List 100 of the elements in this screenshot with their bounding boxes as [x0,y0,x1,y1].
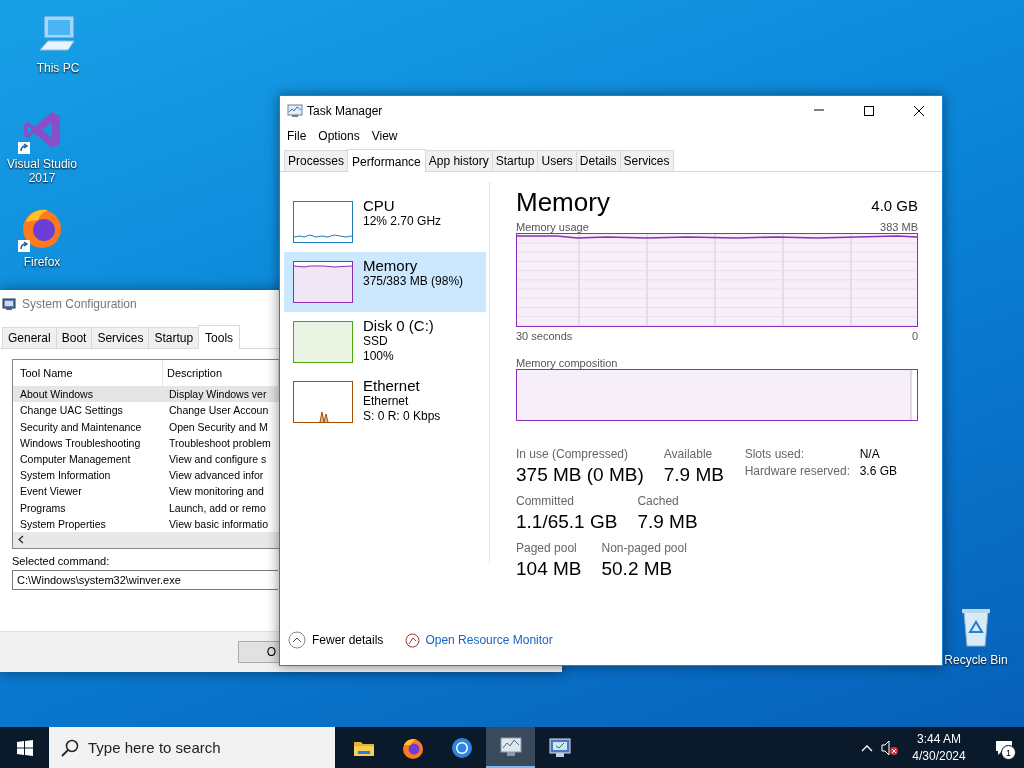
shortcut-arrow-icon [18,142,30,154]
menu-item[interactable]: File [282,127,312,145]
table-cell-text: About Windows [19,388,94,401]
window-title: System Configuration [22,297,137,311]
stat-value: 375 MB (0 MB) [516,464,644,486]
section-title: Memory [516,187,610,218]
resource-item[interactable]: Disk 0 (C:) SSD 100% [284,312,486,372]
shortcut-arrow-icon [18,240,30,252]
stat-label: Cached [637,494,680,508]
table-cell-text: View advanced infor [168,469,265,482]
tab[interactable]: Performance [347,149,426,172]
list-row[interactable]: Change UAC Settings Change User Accoun [13,402,279,419]
tab[interactable]: Startup [491,150,539,171]
menu-item[interactable]: View [366,127,403,145]
table-cell-text: Change UAC Settings [19,404,124,417]
graph-label: Memory composition [516,357,618,369]
task-manager-icon [287,104,303,118]
table-cell-text: System Information [19,469,112,482]
list-row[interactable]: Computer Management View and configure s [13,450,279,467]
resource-detail: 100% [363,349,395,364]
maximize-icon[interactable] [863,105,875,117]
tab[interactable]: Details [575,150,621,171]
table-cell-text: System Properties [19,517,107,530]
stat-value: 7.9 MB [637,511,698,533]
table-cell-text: View and configure s [168,452,268,465]
volume-icon[interactable] [880,739,898,756]
resource-detail: 375/383 MB (98%) [363,274,464,289]
collapse-icon [288,631,306,649]
list-row[interactable]: About Windows Display Windows ver [13,386,279,403]
resource-detail: S: 0 R: 0 Kbps [363,409,441,424]
axis-label: 30 seconds [516,330,573,342]
stat-value: 7.9 MB [663,464,724,486]
list-row[interactable]: Security and Maintenance Open Security and M [13,418,279,435]
resource-item[interactable]: Memory 375/383 MB (98%) [284,252,486,312]
tab[interactable]: General [2,327,57,348]
search-field[interactable]: Type here to search [49,727,335,768]
resource-name: Ethernet [363,377,421,394]
resource-monitor-icon [405,632,421,648]
stat-label: Committed [516,494,575,508]
notification-count: 1 [1001,745,1016,760]
fewer-details-button[interactable]: Fewer details [288,631,384,649]
property-label: Slots used: [744,447,805,461]
resource-monitor-link[interactable]: Open Resource Monitor [405,632,553,648]
ok-button[interactable]: O [238,641,279,663]
table-cell-text: Change User Accoun [168,404,270,417]
resource-item[interactable]: Ethernet Ethernet S: 0 R: 0 Kbps [284,372,486,432]
table-cell-text: Open Security and M [168,420,269,433]
stat-label: In use (Compressed) [516,447,630,461]
window-title: Task Manager [307,104,384,118]
list-row[interactable]: Event Viewer View monitoring and [13,483,279,500]
table-cell-text: Security and Maintenance [19,420,143,433]
stat-value: 50.2 MB [601,558,674,580]
stat-label: Available [663,447,714,461]
resource-name: Memory [363,257,419,274]
tab[interactable]: Users [537,150,577,171]
computer-icon [547,735,572,760]
field-label: Selected command: [12,555,111,567]
graph-max: 383 MB [880,221,918,233]
command-field[interactable]: C:\Windows\system32\winver.exe [12,570,278,590]
resource-detail: Ethernet [363,394,410,409]
tab[interactable]: Tools [198,325,241,349]
list-row[interactable]: Programs Launch, add or remo [13,499,279,516]
list-row[interactable]: System Properties View basic informatio [13,515,279,532]
table-cell-text: Event Viewer [19,485,83,498]
resource-item[interactable]: CPU 12% 2.70 GHz [284,192,486,252]
resource-name: CPU [363,197,396,214]
table-cell-text: Computer Management [19,452,132,465]
caret-icon[interactable] [861,743,873,752]
list-row[interactable]: Windows Troubleshooting Troubleshoot problem [13,434,279,451]
tab[interactable]: Services [619,150,674,171]
stat-value: 1.1/65.1 GB [516,511,618,533]
table-cell-text: Troubleshoot problem [168,436,272,449]
horizontal-scrollbar[interactable] [13,531,279,549]
table-cell-text: Programs [19,501,67,514]
table-cell-text: View monitoring and [168,485,265,498]
table-cell-text: View basic informatio [168,517,270,530]
axis-label: 0 [911,330,918,342]
close-icon[interactable] [913,105,925,117]
property-value: N/A [859,447,881,461]
list-row[interactable]: System Information View advanced infor [13,467,279,484]
tab[interactable]: Processes [284,150,349,171]
icon-label[interactable]: Recycle Bin [944,653,1008,667]
menu-item[interactable]: Options [313,127,365,145]
graph-label: Memory usage [516,221,589,233]
table-cell-text: Launch, add or remo [168,501,267,514]
table-cell-text: Display Windows ver [168,388,268,401]
resource-name: Disk 0 (C:) [363,317,434,334]
tab[interactable]: App history [424,150,493,171]
scroll-left-icon[interactable] [18,535,24,545]
total-memory: 4.0 GB [871,197,918,214]
clock-date[interactable]: 4/30/2024 [912,747,966,765]
stat-label: Non-paged pool [601,541,687,555]
stat-value: 104 MB [516,558,582,580]
windows-logo-icon[interactable] [16,739,33,756]
clock-time[interactable]: 3:44 AM [917,730,961,748]
tab[interactable]: Startup [148,327,200,348]
property-value: 3.6 GB [859,464,897,478]
resource-detail: SSD [363,334,389,349]
tab[interactable]: Services [91,327,150,348]
taskbar-app[interactable] [486,727,535,768]
